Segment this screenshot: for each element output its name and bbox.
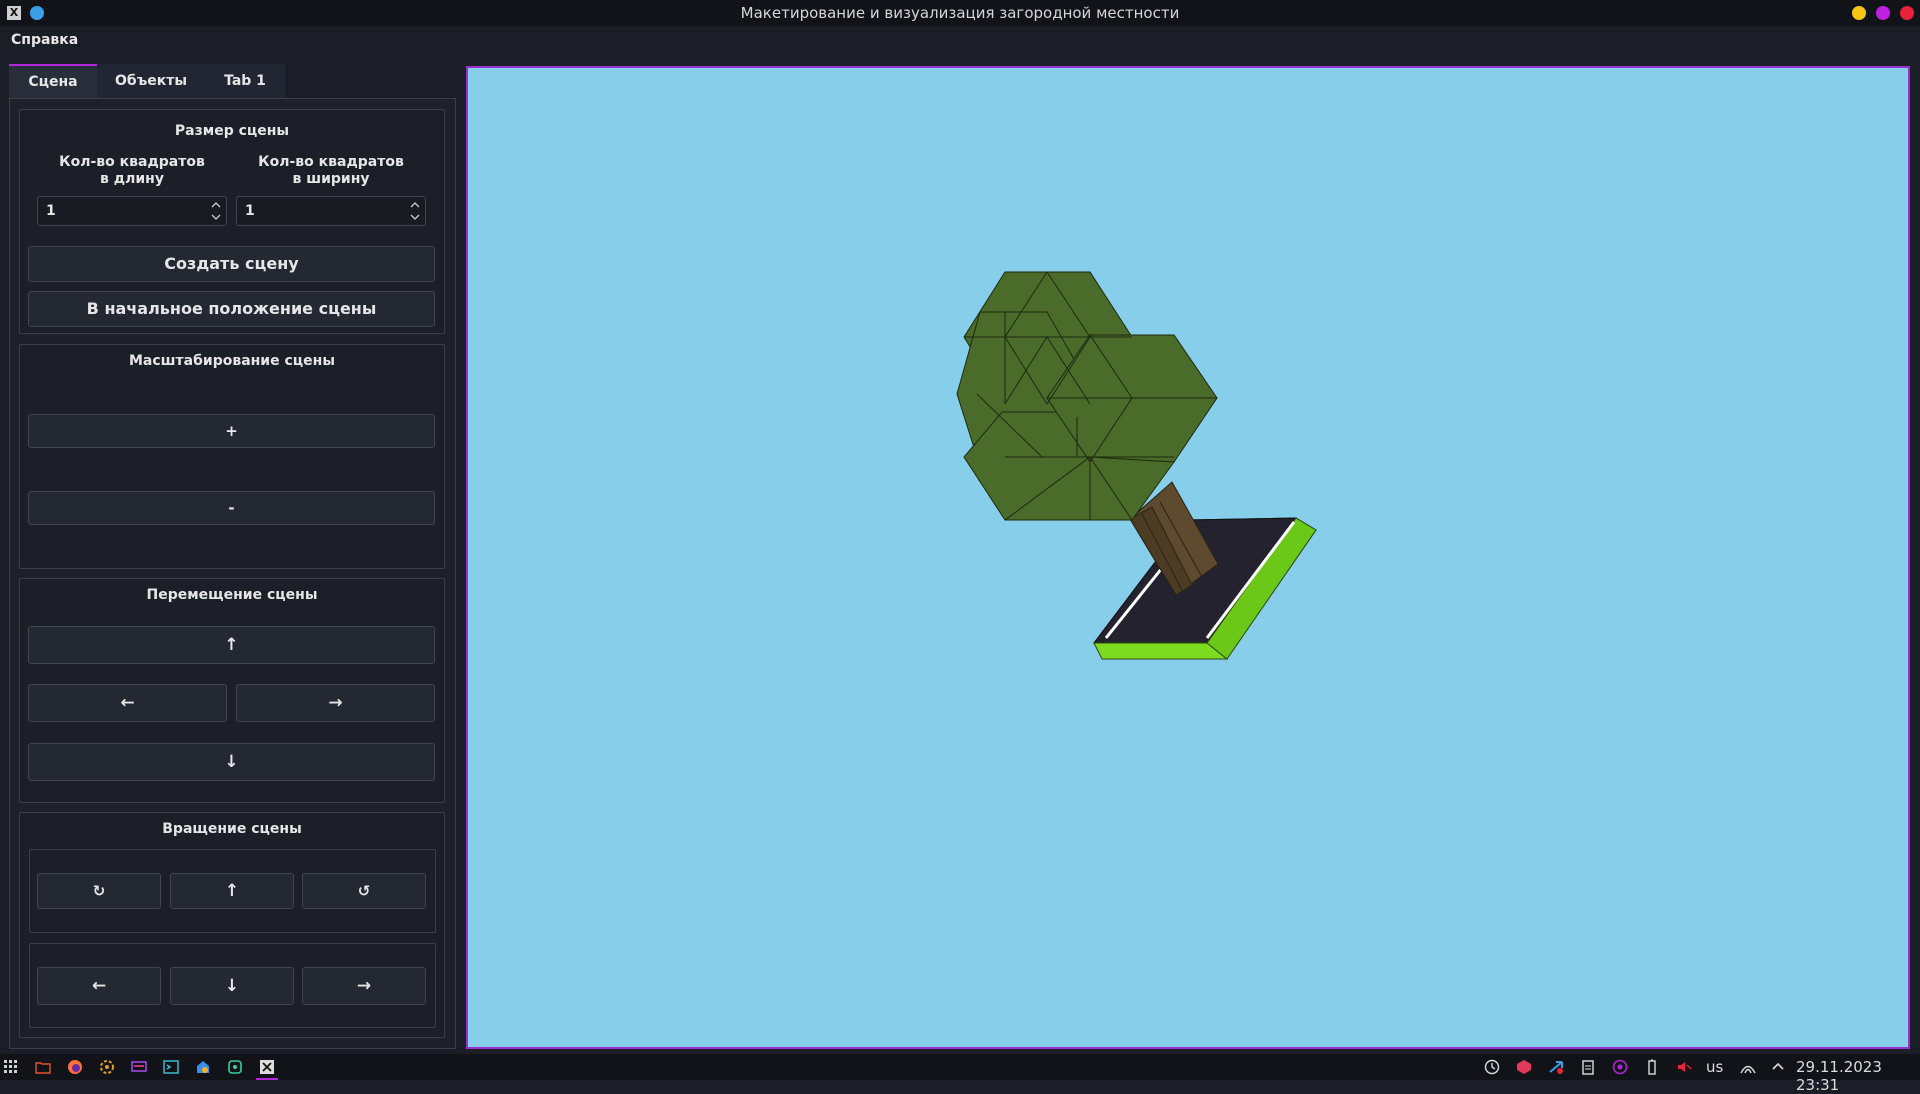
wifi-icon[interactable]	[1740, 1059, 1756, 1075]
length-label-line1: Кол-во квадратов	[59, 154, 205, 170]
tilt-up-button[interactable]: ↑	[170, 873, 294, 909]
tab-scene[interactable]: Сцена	[9, 64, 97, 98]
length-value: 1	[46, 203, 56, 219]
taskbar: us 29.11.2023 23:31	[0, 1054, 1920, 1094]
app-icon[interactable]	[259, 1059, 275, 1075]
spin-arrows-icon[interactable]	[409, 199, 421, 223]
settings-icon[interactable]	[99, 1059, 115, 1075]
width-label-line1: Кол-во квадратов	[258, 154, 404, 170]
tab-tab1[interactable]: Tab 1	[205, 64, 285, 98]
menubar: Справка	[0, 26, 1920, 56]
minimize-button[interactable]	[1852, 6, 1866, 20]
rotation-title: Вращение сцены	[162, 821, 302, 837]
tree-foliage	[956, 271, 1218, 521]
chevron-up-icon[interactable]	[1770, 1059, 1786, 1075]
move-down-button[interactable]: ↓	[28, 743, 435, 781]
close-button[interactable]	[1900, 6, 1914, 20]
moving-title: Перемещение сцены	[146, 587, 318, 603]
scene-render	[956, 271, 1317, 660]
media-icon[interactable]	[1612, 1059, 1628, 1075]
scene-size-title: Размер сцены	[174, 123, 290, 139]
app-menu-grid-icon[interactable]	[3, 1059, 19, 1075]
move-up-button[interactable]: ↑	[28, 626, 435, 664]
zoom-out-button[interactable]: -	[28, 491, 435, 525]
clipboard-icon[interactable]	[1580, 1059, 1596, 1075]
menu-help[interactable]: Справка	[11, 32, 78, 48]
terminal-icon[interactable]	[163, 1059, 179, 1075]
zoom-in-button[interactable]: +	[28, 414, 435, 448]
package-icon[interactable]	[1516, 1059, 1532, 1075]
width-label-line2: в ширину	[292, 171, 370, 187]
turn-right-button[interactable]: →	[302, 967, 426, 1005]
clock-icon[interactable]	[1484, 1059, 1500, 1075]
window-titlebar: X Макетирование и визуализация загородно…	[0, 0, 1920, 26]
spin-arrows-icon[interactable]	[210, 199, 222, 223]
width-spinbox[interactable]: 1	[236, 196, 426, 226]
monitor-icon[interactable]	[131, 1059, 147, 1075]
folder-icon[interactable]	[35, 1059, 51, 1075]
move-right-button[interactable]: →	[236, 684, 435, 722]
editor-icon[interactable]	[227, 1059, 243, 1075]
scaling-title: Масштабирование сцены	[129, 353, 335, 369]
rotate-cw-button[interactable]: ↻	[37, 873, 161, 909]
reset-scene-button[interactable]: В начальное положение сцены	[28, 291, 435, 327]
move-left-button[interactable]: ←	[28, 684, 227, 722]
length-spinbox[interactable]: 1	[37, 196, 227, 226]
scaling-group: Масштабирование сцены	[19, 344, 445, 569]
keyboard-layout[interactable]: us	[1706, 1058, 1723, 1076]
battery-icon[interactable]	[1644, 1059, 1660, 1075]
rotate-ccw-button[interactable]: ↺	[302, 873, 426, 909]
turn-left-button[interactable]: ←	[37, 967, 161, 1005]
width-value: 1	[245, 203, 255, 219]
tab-objects[interactable]: Объекты	[97, 64, 205, 98]
volume-icon[interactable]	[1676, 1059, 1692, 1075]
window-title: Макетирование и визуализация загородной …	[740, 4, 1180, 22]
scene-viewport[interactable]	[466, 66, 1910, 1049]
firefox-icon[interactable]	[67, 1059, 83, 1075]
create-scene-button[interactable]: Создать сцену	[28, 246, 435, 282]
tilt-down-button[interactable]: ↓	[170, 967, 294, 1005]
upload-icon[interactable]	[1548, 1059, 1564, 1075]
store-icon[interactable]	[195, 1059, 211, 1075]
maximize-button[interactable]	[1876, 6, 1890, 20]
datetime[interactable]: 29.11.2023 23:31	[1796, 1058, 1920, 1094]
ground-tile	[1092, 517, 1317, 660]
length-label-line2: в длину	[100, 171, 164, 187]
